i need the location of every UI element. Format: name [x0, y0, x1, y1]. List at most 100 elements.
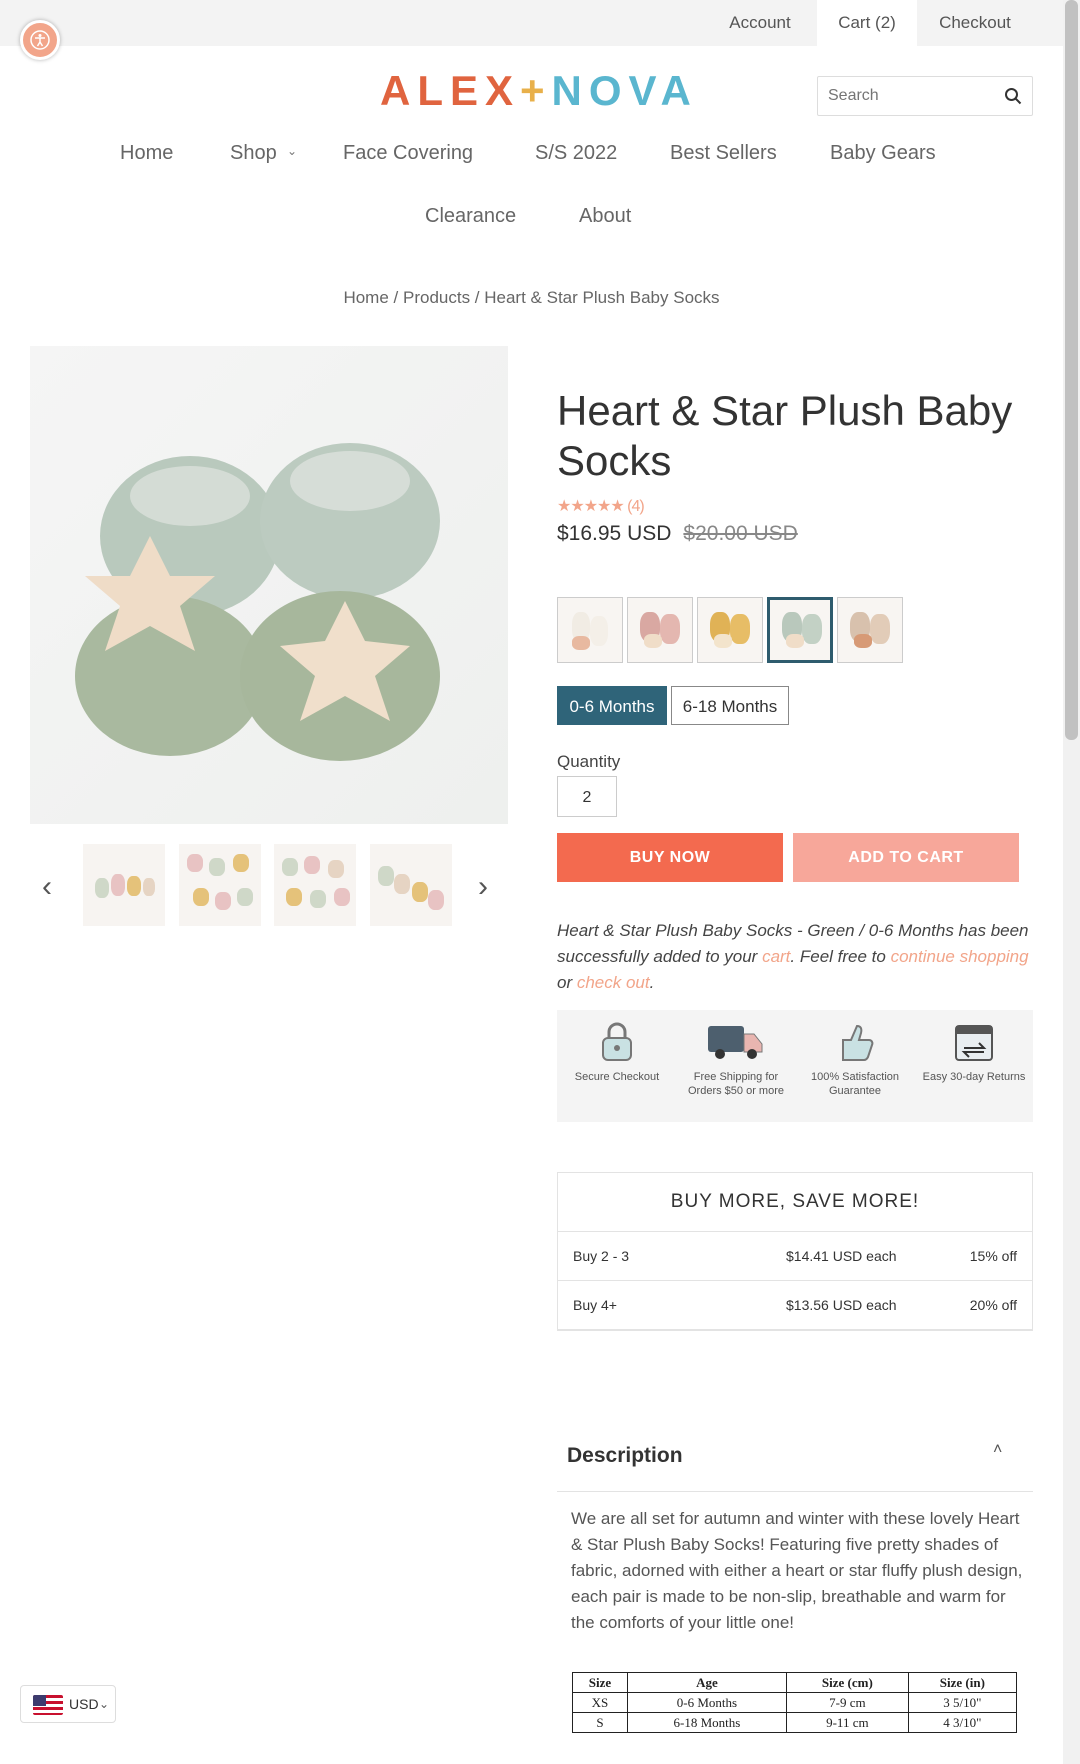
table-cell: 4 3/10"	[907, 1712, 1018, 1733]
account-link[interactable]: Account	[705, 0, 815, 46]
trust-free-shipping: Free Shipping for Orders $50 or more	[681, 1020, 791, 1098]
trust-label: Easy 30-day Returns	[922, 1071, 1026, 1083]
table-header-row: Size Age Size (cm) Size (in)	[572, 1672, 1018, 1693]
message-text-2: . Feel free to	[790, 947, 891, 966]
add-to-cart-button[interactable]: ADD TO CART	[793, 833, 1019, 882]
table-row: S 6-18 Months 9-11 cm 4 3/10"	[572, 1712, 1018, 1733]
table-row: Buy 4+ $13.56 USD each 20% off	[558, 1281, 1032, 1330]
size-in-header: Size (in)	[907, 1672, 1018, 1693]
breadcrumb-current: Heart & Star Plush Baby Socks	[484, 288, 720, 307]
logo-alex: ALEX	[380, 67, 521, 114]
review-count[interactable]: (4)	[627, 498, 645, 515]
quantity-input[interactable]: 2	[557, 776, 617, 817]
breadcrumb: Home / Products / Heart & Star Plush Bab…	[343, 288, 720, 307]
checkout-link[interactable]: Checkout	[925, 0, 1025, 46]
current-price: $16.95 USD	[557, 522, 672, 545]
color-swatch-beige[interactable]	[837, 597, 903, 663]
color-swatch-green[interactable]	[767, 597, 833, 663]
thumbnail-1[interactable]	[83, 844, 165, 926]
table-cell: 3 5/10"	[907, 1692, 1018, 1713]
trust-badges: Secure Checkout Free Shipping for Orders…	[557, 1010, 1033, 1122]
cart-link[interactable]: Cart (2)	[817, 0, 917, 46]
nav-home[interactable]: Home	[120, 141, 173, 165]
prev-arrow-icon[interactable]: ‹	[42, 872, 52, 902]
trust-label: Secure Checkout	[574, 1071, 660, 1083]
table-cell: 0-6 Months	[626, 1692, 787, 1713]
age-header: Age	[626, 1672, 787, 1693]
price-block: $16.95 USD $20.00 USD	[557, 522, 798, 546]
thumbnail-4[interactable]	[370, 844, 452, 926]
product-main-image[interactable]	[30, 346, 508, 824]
description-heading[interactable]: Description	[567, 1444, 683, 1468]
chevron-up-icon[interactable]: ˄	[993, 1441, 1002, 1459]
thumbnail-2[interactable]	[179, 844, 261, 926]
chevron-down-icon: ⌄	[287, 144, 298, 158]
truck-icon	[708, 1026, 763, 1059]
nav-ss-2022[interactable]: S/S 2022	[535, 141, 617, 165]
trust-label: 100% Satisfaction Guarantee	[810, 1071, 900, 1097]
lock-icon	[602, 1022, 632, 1061]
message-text-4: .	[649, 973, 655, 992]
calendar-icon	[955, 1025, 993, 1061]
nav-about[interactable]: About	[579, 204, 631, 228]
table-cell: 6-18 Months	[626, 1712, 787, 1733]
bulk-price: $13.56 USD each	[786, 1297, 897, 1313]
currency-code: USD	[69, 1696, 99, 1712]
us-flag-icon	[33, 1695, 63, 1715]
color-swatch-white[interactable]	[557, 597, 623, 663]
table-cell: XS	[572, 1692, 628, 1713]
trust-label: Free Shipping for Orders $50 or more	[688, 1071, 784, 1097]
nav-shop[interactable]: Shop	[230, 141, 277, 165]
compare-price: $20.00 USD	[683, 522, 798, 545]
message-cart-link[interactable]: cart	[762, 947, 790, 966]
message-checkout-link[interactable]: check out	[577, 973, 650, 992]
table-cell: 9-11 cm	[785, 1712, 909, 1733]
nav-best-sellers[interactable]: Best Sellers	[670, 141, 777, 165]
breadcrumb-home[interactable]: Home	[343, 288, 388, 307]
trust-secure-checkout: Secure Checkout	[562, 1020, 672, 1084]
rating-stars[interactable]: ★★★★★ (4)	[557, 496, 645, 516]
size-cm-header: Size (cm)	[785, 1672, 909, 1693]
bulk-off: 15% off	[969, 1248, 1017, 1264]
trust-returns: Easy 30-day Returns	[919, 1020, 1029, 1084]
accessibility-button[interactable]	[20, 20, 60, 60]
bulk-qty: Buy 4+	[573, 1297, 617, 1313]
search-box	[817, 76, 1033, 116]
table-row: XS 0-6 Months 7-9 cm 3 5/10"	[572, 1692, 1018, 1713]
message-text-3: or	[557, 973, 577, 992]
table-cell: 7-9 cm	[785, 1692, 909, 1713]
quantity-label: Quantity	[557, 752, 621, 771]
currency-selector[interactable]: USD ⌄	[20, 1685, 116, 1723]
bulk-off: 20% off	[969, 1297, 1017, 1313]
continue-shopping-link[interactable]: continue shopping	[891, 947, 1029, 966]
color-swatch-pink[interactable]	[627, 597, 693, 663]
accessibility-icon	[30, 30, 50, 50]
scrollbar-thumb[interactable]	[1065, 0, 1078, 740]
size-option-0-6-months[interactable]: 0-6 Months	[557, 686, 667, 725]
bulk-qty: Buy 2 - 3	[573, 1248, 630, 1264]
table-cell: S	[572, 1712, 628, 1733]
size-chart: Size Age Size (cm) Size (in) XS 0-6 Months 7-…	[572, 1672, 1018, 1733]
search-input[interactable]	[828, 86, 998, 106]
logo-plus: +	[520, 67, 552, 114]
socks-illustration	[75, 443, 440, 761]
thumbs-up-icon	[842, 1024, 874, 1061]
brand-logo[interactable]: ALEX+NOVA	[380, 68, 698, 114]
nav-baby-gears[interactable]: Baby Gears	[830, 141, 936, 165]
top-bar: Account Cart (2) Checkout	[0, 0, 1063, 46]
buy-now-button[interactable]: BUY NOW	[557, 833, 783, 882]
search-icon[interactable]	[1004, 87, 1022, 105]
chevron-down-icon: ⌄	[99, 1697, 110, 1711]
nav-clearance[interactable]: Clearance	[425, 204, 516, 228]
table-row: Buy 2 - 3 $14.41 USD each 15% off	[558, 1232, 1032, 1281]
scrollbar[interactable]	[1063, 0, 1080, 1764]
next-arrow-icon[interactable]: ›	[478, 872, 488, 902]
thumbnail-3[interactable]	[274, 844, 356, 926]
trust-satisfaction: 100% Satisfaction Guarantee	[800, 1020, 910, 1098]
divider	[557, 1491, 1033, 1492]
bulk-discount-table: BUY MORE, SAVE MORE! Buy 2 - 3 $14.41 USD…	[557, 1172, 1033, 1331]
breadcrumb-products[interactable]: Products	[403, 288, 470, 307]
nav-face-covering[interactable]: Face Covering	[343, 141, 473, 165]
color-swatch-yellow[interactable]	[697, 597, 763, 663]
size-option-6-18-months[interactable]: 6-18 Months	[671, 686, 789, 725]
